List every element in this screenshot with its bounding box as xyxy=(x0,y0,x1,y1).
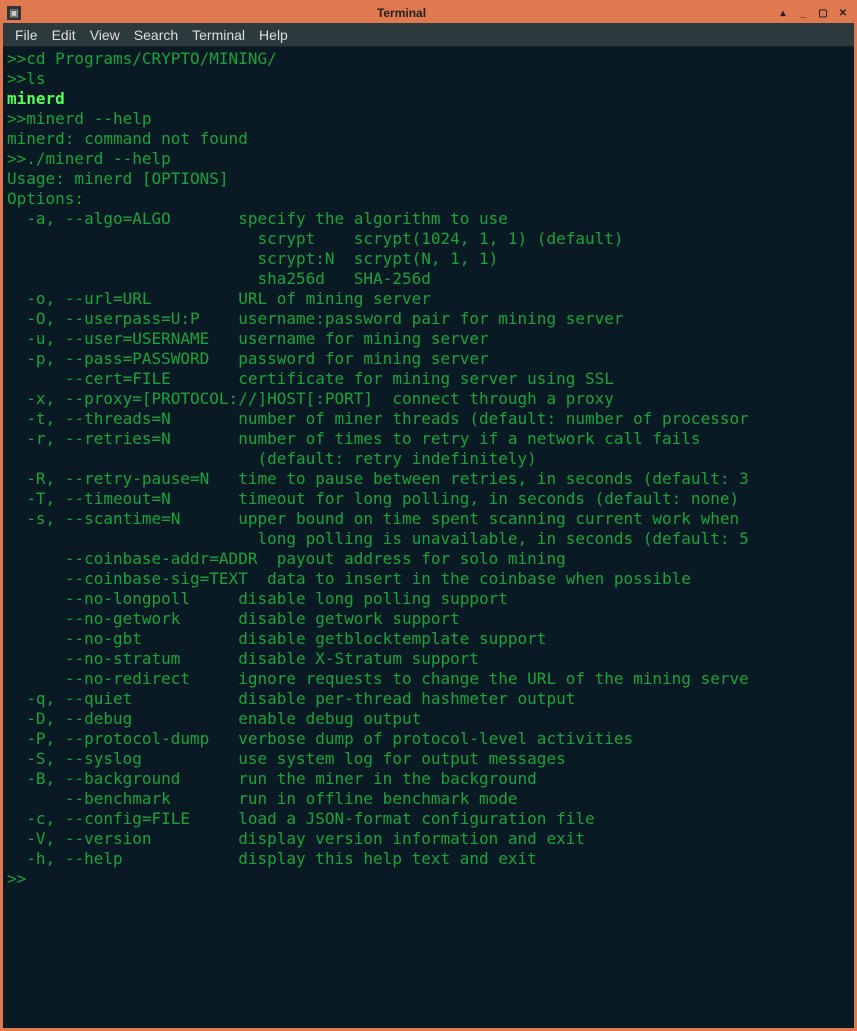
terminal-line: -R, --retry-pause=N time to pause betwee… xyxy=(7,469,850,489)
terminal-line: --benchmark run in offline benchmark mod… xyxy=(7,789,850,809)
terminal-line: long polling is unavailable, in seconds … xyxy=(7,529,850,549)
terminal-line: -c, --config=FILE load a JSON-format con… xyxy=(7,809,850,829)
window-titlebar[interactable]: ▣ Terminal ▴ _ ▢ ✕ xyxy=(3,3,854,23)
terminal-window: ▣ Terminal ▴ _ ▢ ✕ File Edit View Search… xyxy=(0,0,857,1031)
terminal-line: -P, --protocol-dump verbose dump of prot… xyxy=(7,729,850,749)
terminal-line: minerd: command not found xyxy=(7,129,850,149)
terminal-line: scrypt:N scrypt(N, 1, 1) xyxy=(7,249,850,269)
terminal-line: --no-redirect ignore requests to change … xyxy=(7,669,850,689)
menu-view[interactable]: View xyxy=(84,25,126,45)
terminal-line: Usage: minerd [OPTIONS] xyxy=(7,169,850,189)
terminal-line: sha256d SHA-256d xyxy=(7,269,850,289)
terminal-line: -S, --syslog use system log for output m… xyxy=(7,749,850,769)
terminal-line: scrypt scrypt(1024, 1, 1) (default) xyxy=(7,229,850,249)
window-title: Terminal xyxy=(27,6,776,20)
close-button[interactable]: ✕ xyxy=(836,6,850,20)
terminal-line: Options: xyxy=(7,189,850,209)
terminal-line: -B, --background run the miner in the ba… xyxy=(7,769,850,789)
terminal-line: -T, --timeout=N timeout for long polling… xyxy=(7,489,850,509)
minimize-button[interactable]: _ xyxy=(796,6,810,20)
terminal-line: -r, --retries=N number of times to retry… xyxy=(7,429,850,449)
terminal-line: >> xyxy=(7,869,850,889)
terminal-line: -V, --version display version informatio… xyxy=(7,829,850,849)
menu-help[interactable]: Help xyxy=(253,25,294,45)
terminal-line: -h, --help display this help text and ex… xyxy=(7,849,850,869)
terminal-line: >>cd Programs/CRYPTO/MINING/ xyxy=(7,49,850,69)
terminal-line: -x, --proxy=[PROTOCOL://]HOST[:PORT] con… xyxy=(7,389,850,409)
terminal-line: -q, --quiet disable per-thread hashmeter… xyxy=(7,689,850,709)
terminal-output-area[interactable]: >>cd Programs/CRYPTO/MINING/>>lsminerd>>… xyxy=(3,47,854,1028)
terminal-line: --coinbase-addr=ADDR payout address for … xyxy=(7,549,850,569)
collapse-button[interactable]: ▴ xyxy=(776,6,790,20)
menu-edit[interactable]: Edit xyxy=(46,25,82,45)
window-buttons: ▴ _ ▢ ✕ xyxy=(776,6,850,20)
terminal-line: -O, --userpass=U:P username:password pai… xyxy=(7,309,850,329)
terminal-line: --no-longpoll disable long polling suppo… xyxy=(7,589,850,609)
terminal-line: (default: retry indefinitely) xyxy=(7,449,850,469)
terminal-line: --no-stratum disable X-Stratum support xyxy=(7,649,850,669)
terminal-line: minerd xyxy=(7,89,850,109)
terminal-line: --coinbase-sig=TEXT data to insert in th… xyxy=(7,569,850,589)
menu-file[interactable]: File xyxy=(9,25,44,45)
terminal-line: -p, --pass=PASSWORD password for mining … xyxy=(7,349,850,369)
maximize-button[interactable]: ▢ xyxy=(816,6,830,20)
terminal-line: -t, --threads=N number of miner threads … xyxy=(7,409,850,429)
terminal-line: >>./minerd --help xyxy=(7,149,850,169)
terminal-line: --no-gbt disable getblocktemplate suppor… xyxy=(7,629,850,649)
terminal-line: >>minerd --help xyxy=(7,109,850,129)
terminal-line: >>ls xyxy=(7,69,850,89)
menubar: File Edit View Search Terminal Help xyxy=(3,23,854,47)
terminal-line: -u, --user=USERNAME username for mining … xyxy=(7,329,850,349)
menu-terminal[interactable]: Terminal xyxy=(186,25,251,45)
terminal-line: --cert=FILE certificate for mining serve… xyxy=(7,369,850,389)
terminal-line: -D, --debug enable debug output xyxy=(7,709,850,729)
terminal-line: -s, --scantime=N upper bound on time spe… xyxy=(7,509,850,529)
system-menu-icon[interactable]: ▣ xyxy=(7,6,21,20)
terminal-line: -a, --algo=ALGO specify the algorithm to… xyxy=(7,209,850,229)
menu-search[interactable]: Search xyxy=(128,25,184,45)
terminal-line: -o, --url=URL URL of mining server xyxy=(7,289,850,309)
terminal-line: --no-getwork disable getwork support xyxy=(7,609,850,629)
